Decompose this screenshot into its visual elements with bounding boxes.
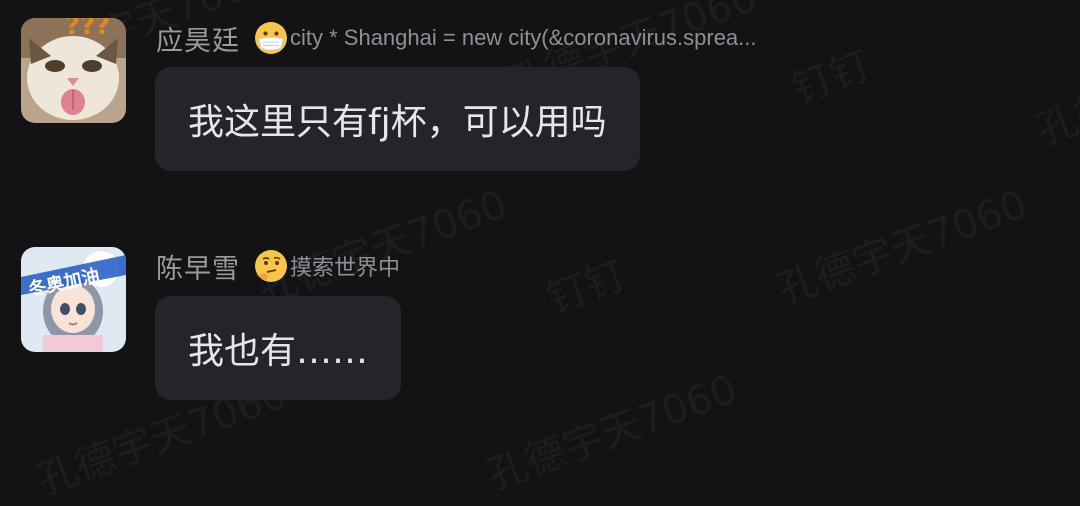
avatar[interactable]: 冬奥加油 bbox=[21, 247, 126, 352]
avatar[interactable]: ??? bbox=[21, 18, 126, 123]
watermark-brand: 钉钉 bbox=[537, 243, 632, 325]
message-bubble[interactable]: 我也有…… bbox=[155, 296, 402, 400]
sender-info: 应昊廷 city * Shanghai = new city(&coronavi… bbox=[156, 18, 757, 58]
mask-face-icon bbox=[255, 22, 287, 54]
cat-avatar-image: ??? bbox=[21, 18, 126, 123]
watermark-brand: 钉钉 bbox=[782, 33, 877, 115]
anime-girl-avatar-image: 冬奥加油 bbox=[21, 247, 126, 352]
watermark-name: 孔德宇天7060 bbox=[1028, 12, 1080, 156]
svg-text:???: ??? bbox=[65, 18, 110, 41]
watermark-name: 孔德宇天7060 bbox=[248, 172, 514, 316]
thinking-face-icon bbox=[255, 250, 287, 282]
message-bubble[interactable]: 我这里只有fj杯，可以用吗 bbox=[155, 67, 640, 171]
status-text: 摸索世界中 bbox=[290, 255, 401, 280]
watermark-name: 孔德宇天7060 bbox=[478, 357, 744, 501]
sender-info: 陈早雪 摸索世界中 bbox=[156, 246, 400, 286]
status-text: city * Shanghai = new city(&coronavirus.… bbox=[290, 25, 757, 50]
sender-name[interactable]: 陈早雪 bbox=[156, 247, 240, 286]
watermark-name: 孔德宇天7060 bbox=[768, 172, 1034, 316]
sender-name[interactable]: 应昊廷 bbox=[156, 19, 240, 58]
